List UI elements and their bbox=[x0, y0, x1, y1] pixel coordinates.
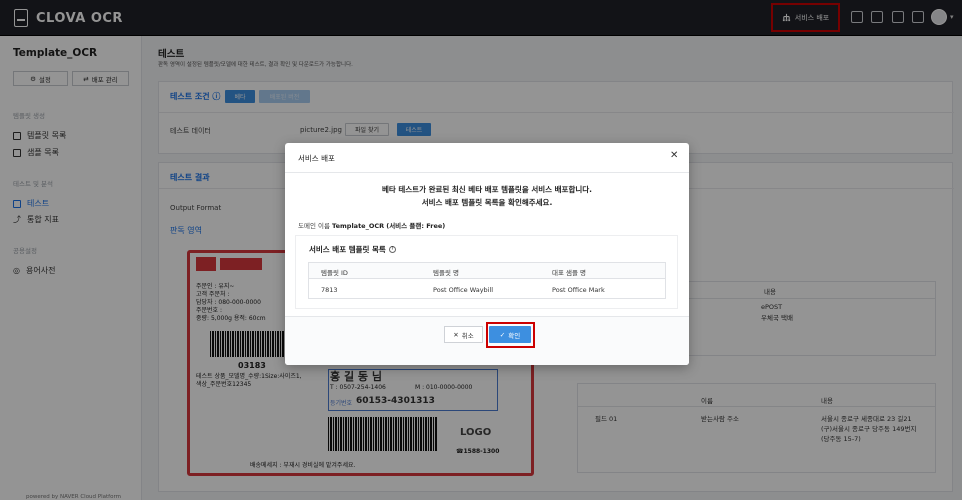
table-cell-template-id: 7813 bbox=[321, 286, 338, 294]
close-icon[interactable]: ✕ bbox=[670, 151, 678, 161]
domain-name: Template_OCR bbox=[332, 222, 385, 230]
domain-info: 도메인 이름 Template_OCR (서비스 플랜: Free) bbox=[298, 220, 445, 230]
confirm-button[interactable]: ✓ 확인 bbox=[489, 326, 531, 343]
dialog-divider bbox=[285, 172, 689, 173]
help-icon[interactable]: ? bbox=[388, 246, 396, 253]
check-icon: ✓ bbox=[499, 330, 506, 339]
dialog-message-line2: 서비스 배포 템플릿 목록을 확인해주세요. bbox=[421, 198, 553, 207]
confirm-label: 확인 bbox=[508, 331, 521, 340]
dialog-message-line1: 베타 테스트가 완료된 최신 베타 배포 템플릿을 서비스 배포합니다. bbox=[381, 185, 593, 194]
cancel-label: 취소 bbox=[461, 331, 474, 340]
domain-plan: (서비스 플랜: Free) bbox=[386, 222, 446, 230]
service-deploy-dialog: 서비스 배포 ✕ 베타 테스트가 완료된 최신 베타 배포 템플릿을 서비스 배… bbox=[285, 143, 689, 365]
table-header: 템플릿 ID bbox=[321, 269, 348, 277]
table-header-row bbox=[309, 263, 665, 279]
table-cell-template-name: Post Office Waybill bbox=[433, 286, 494, 294]
cancel-button[interactable]: ✕ 취소 bbox=[444, 326, 483, 343]
template-list-title: 서비스 배포 템플릿 목록 ? bbox=[309, 244, 396, 255]
domain-prefix: 도메인 이름 bbox=[298, 222, 330, 230]
table-header: 대표 샘플 명 bbox=[552, 269, 587, 277]
template-table: 템플릿 ID 템플릿 명 대표 샘플 명 7813 Post Office Wa… bbox=[308, 262, 666, 299]
table-cell-sample-name: Post Office Mark bbox=[552, 286, 605, 294]
table-header: 템플릿 명 bbox=[433, 269, 459, 277]
close-icon: ✕ bbox=[453, 330, 459, 339]
dialog-title: 서비스 배포 bbox=[298, 154, 335, 163]
